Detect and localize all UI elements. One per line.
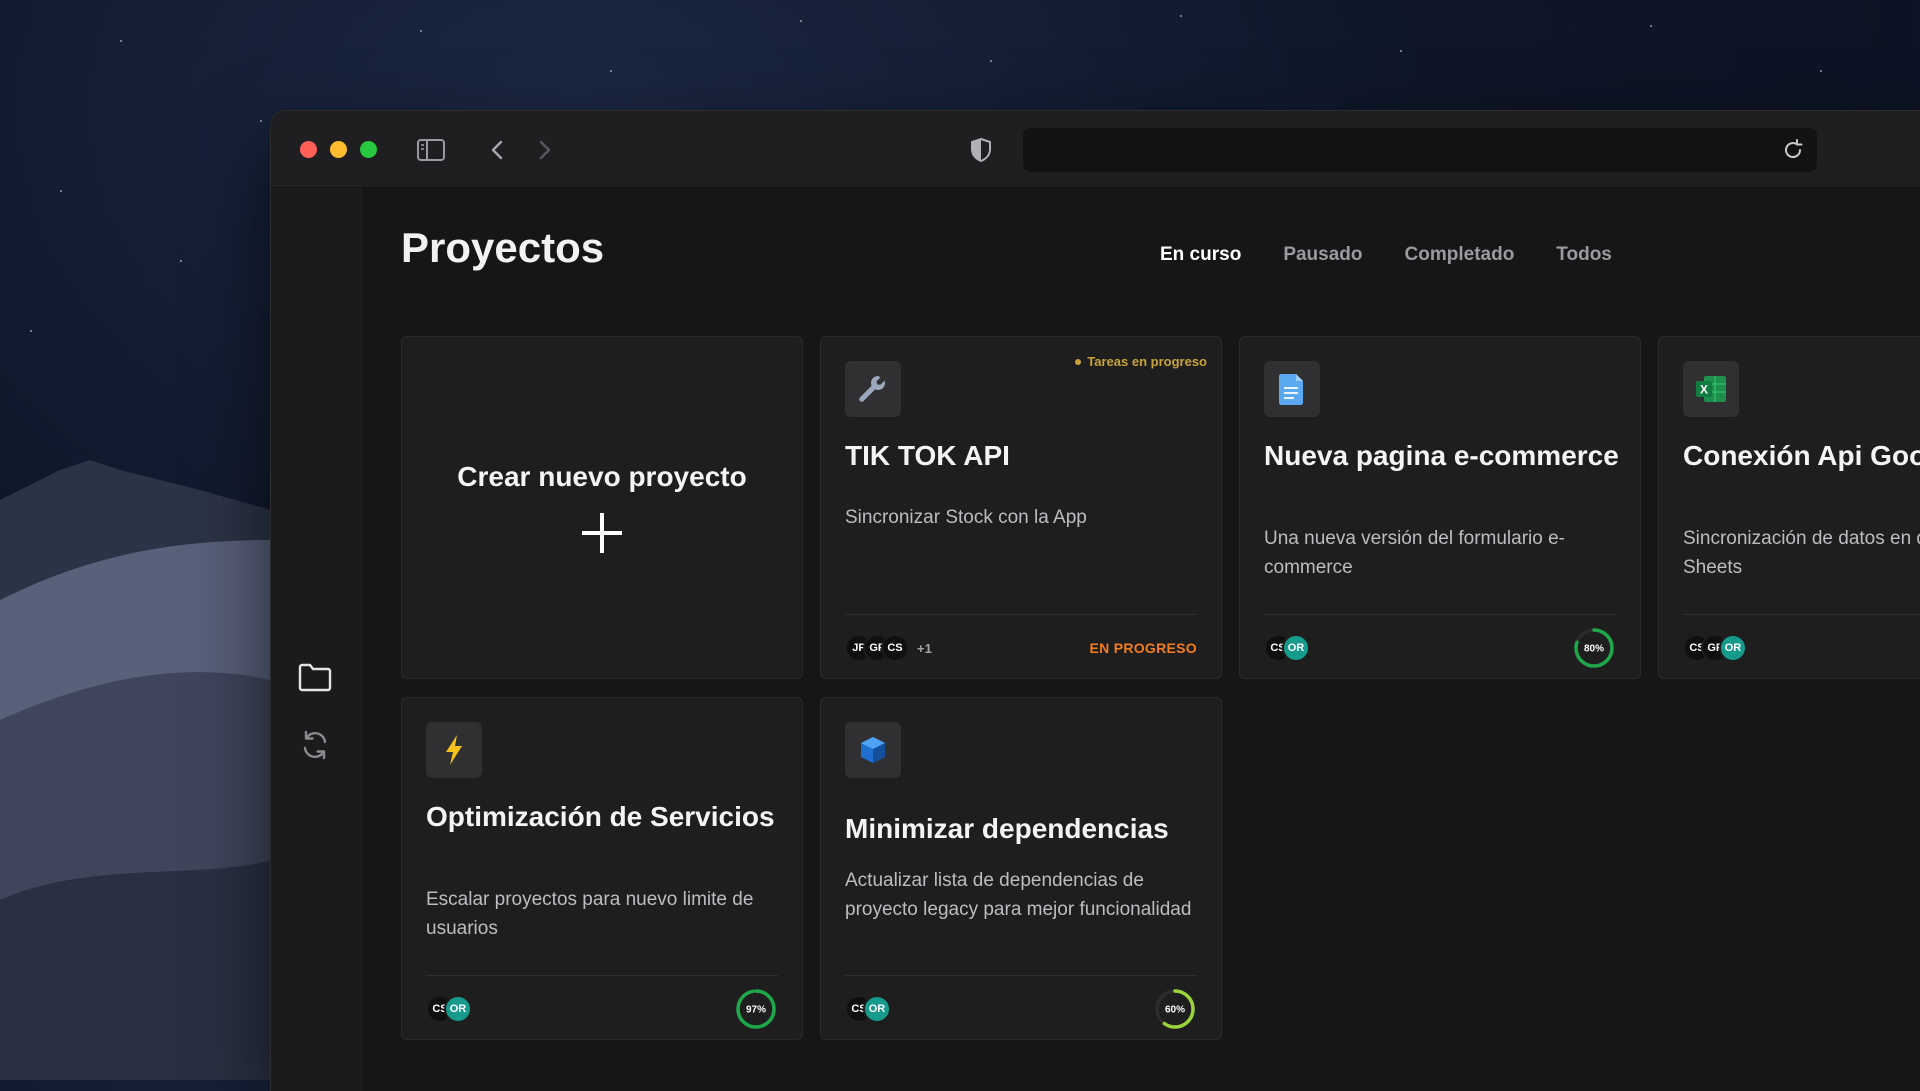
card-divider: [426, 975, 778, 976]
project-description: Actualizar lista de dependencias de proy…: [845, 870, 1192, 920]
avatar[interactable]: OR: [863, 995, 891, 1023]
project-title: Nueva pagina e-commerce: [1264, 440, 1619, 471]
card-divider: [1683, 614, 1920, 615]
tab-completado[interactable]: Completado: [1405, 244, 1515, 266]
project-description: Sincronización de datos en datos y Googl…: [1683, 528, 1920, 578]
project-card-tiktok-api[interactable]: Tareas en progreso TIK TOK API Sincroniz…: [820, 336, 1222, 679]
avatar[interactable]: OR: [444, 995, 472, 1023]
tab-todos[interactable]: Todos: [1556, 244, 1612, 266]
filter-tabs: En curso Pausado Completado Todos: [1160, 244, 1654, 266]
project-title: TIK TOK API: [845, 440, 1010, 471]
minimize-button[interactable]: [330, 141, 347, 158]
member-avatars: CS OR: [845, 995, 891, 1023]
project-card-optimizacion[interactable]: Optimización de Servicios Escalar proyec…: [401, 697, 803, 1040]
main-content: Proyectos En curso Pausado Completado To…: [362, 188, 1920, 1091]
project-description: Sincronizar Stock con la App: [845, 507, 1087, 528]
folder-icon[interactable]: [296, 658, 334, 696]
tab-en-curso[interactable]: En curso: [1160, 244, 1241, 266]
more-members-count: +1: [917, 640, 932, 656]
tab-pausado[interactable]: Pausado: [1283, 244, 1362, 266]
progress-ring: 97%: [736, 989, 776, 1029]
project-description: Una nueva versión del formulario e-comme…: [1264, 528, 1565, 578]
browser-window: Proyectos En curso Pausado Completado To…: [271, 111, 1920, 1091]
project-description: Escalar proyectos para nuevo limite de u…: [426, 889, 754, 939]
progress-label: 80%: [1584, 644, 1604, 655]
avatar[interactable]: OR: [1719, 634, 1747, 662]
sidebar-toggle-icon[interactable]: [417, 137, 445, 163]
back-icon[interactable]: [483, 137, 511, 163]
card-divider: [845, 614, 1197, 615]
member-avatars: CS GF OR: [1683, 634, 1747, 662]
project-card-dependencias[interactable]: Minimizar dependencias Actualizar lista …: [820, 697, 1222, 1040]
status-label: EN PROGRESO: [1089, 640, 1197, 656]
shield-icon[interactable]: [967, 137, 995, 163]
document-icon: [1264, 361, 1320, 417]
create-project-card[interactable]: Crear nuevo proyecto: [401, 336, 803, 679]
svg-text:X: X: [1700, 383, 1708, 397]
progress-ring: 60%: [1155, 989, 1195, 1029]
avatar[interactable]: OR: [1282, 634, 1310, 662]
cube-icon: [845, 722, 901, 778]
progress-label: 97%: [746, 1005, 766, 1016]
app-sidebar: [271, 188, 362, 1091]
avatar[interactable]: CS: [881, 634, 909, 662]
member-avatars: JP GF CS +1: [845, 634, 932, 662]
member-avatars: CS OR: [1264, 634, 1310, 662]
status-badge: Tareas en progreso: [1075, 354, 1207, 369]
progress-label: 60%: [1165, 1005, 1185, 1016]
plus-icon: [582, 512, 622, 553]
project-card-api-docs[interactable]: X Conexión Api Goo Docs Sincronización d…: [1658, 336, 1920, 679]
create-project-label: Crear nuevo proyecto: [457, 460, 747, 492]
sync-icon[interactable]: [296, 726, 334, 764]
forward-icon[interactable]: [531, 137, 559, 163]
project-title: Minimizar dependencias: [845, 813, 1169, 844]
address-bar[interactable]: [1023, 128, 1817, 172]
member-avatars: CS OR: [426, 995, 472, 1023]
card-divider: [1264, 614, 1616, 615]
project-title: Conexión Api Goo Docs: [1683, 440, 1920, 471]
reload-icon[interactable]: [1781, 138, 1805, 162]
card-divider: [845, 975, 1197, 976]
wrench-icon: [845, 361, 901, 417]
lightning-icon: [426, 722, 482, 778]
maximize-button[interactable]: [360, 141, 377, 158]
page-title: Proyectos: [401, 224, 605, 271]
close-button[interactable]: [300, 141, 317, 158]
project-card-ecommerce[interactable]: Nueva pagina e-commerce Una nueva versió…: [1239, 336, 1641, 679]
project-title: Optimización de Servicios: [426, 801, 775, 832]
progress-ring: 80%: [1574, 628, 1614, 668]
excel-icon: X: [1683, 361, 1739, 417]
titlebar: [271, 111, 1920, 188]
